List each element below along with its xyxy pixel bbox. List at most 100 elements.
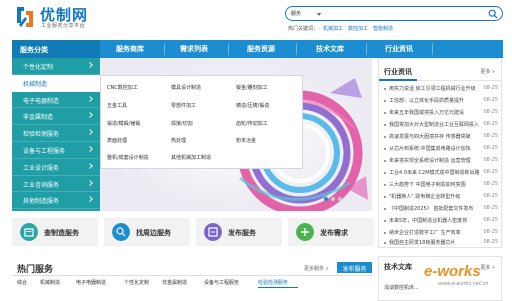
news-item[interactable]: 未来将实现全系统设计制造 运营管理 08-25 [384, 157, 498, 166]
hot-tab-active[interactable]: 检验检测服务 [258, 279, 288, 286]
watermark-url: www.e-works.net.cn [438, 281, 489, 287]
nav-item-resources[interactable]: 服务资源 [230, 40, 292, 58]
news-item[interactable]: 用实力说话 徐工引领工程机械行业升级 08-25 [384, 85, 498, 94]
nav-divider [296, 43, 297, 55]
submenu-link[interactable]: 表面处理 [107, 137, 127, 144]
category-item[interactable]: 非金属制造 [12, 108, 100, 126]
hot-keyword-link[interactable]: 机械加工 [323, 26, 343, 32]
news-item[interactable]: 工信部：以立体化手段抓质量提升 08-25 [384, 97, 498, 106]
hot-tab[interactable]: 设备与工程服务 [204, 279, 239, 286]
submenu-link[interactable]: 粉末冶金 [236, 137, 256, 144]
bullet-icon [384, 99, 386, 102]
hot-keyword-link[interactable]: 数控加工 [348, 26, 368, 32]
category-item[interactable]: 工业咨询服务 [12, 176, 100, 193]
nav-category-label: 服务分类 [20, 46, 48, 54]
news-item-date: 08-25 [481, 133, 498, 139]
news-item[interactable]: 纳米企业打造数字工厂 生产效率 08-25 [384, 229, 498, 238]
divider-accent [379, 79, 417, 81]
chevron-right-icon [87, 179, 93, 186]
nav-item-news[interactable]: 行业资讯 [367, 40, 431, 58]
news-item[interactable]: 三大趋势下 中国电子制造如何突围 08-25 [384, 181, 498, 190]
submenu-link[interactable]: 钣金/雕刻加工 [236, 84, 268, 91]
category-item[interactable]: 电子电器制造 [12, 92, 100, 109]
hot-tab[interactable]: 非金属制造 [162, 279, 187, 286]
hot-tab[interactable]: 个性化定制 [124, 279, 149, 286]
submenu-link[interactable]: 五金工具 [107, 102, 127, 109]
news-item-date: 08-25 [481, 239, 498, 245]
category-label: 个性化定制 [23, 64, 54, 71]
hot-tab[interactable]: 综合 [17, 279, 27, 286]
news-more-link[interactable]: 更多 » [480, 68, 495, 75]
news-item[interactable]: 我国将加大对大型制造业工业互联网投入 08-25 [384, 121, 498, 130]
hot-keyword-link[interactable]: 智能制造 [373, 26, 393, 32]
nav-item-providers[interactable]: 服务商库 [102, 40, 158, 58]
submenu-link[interactable]: 焊接/切割 [171, 120, 193, 127]
demand-icon [296, 223, 314, 241]
news-item[interactable]: 《中国制造2025》 首批配套文件发布 08-25 [384, 205, 498, 214]
news-item-date: 08-25 [481, 157, 498, 163]
news-item[interactable]: 未来5年，中国制造业机器人密度将 08-25 [384, 217, 498, 226]
manufacturing-icon [20, 223, 38, 241]
hot-tab[interactable]: 电子电器制造 [76, 279, 106, 286]
submenu-link[interactable]: 模具设计制造 [171, 84, 201, 91]
publish-icon [204, 223, 222, 241]
service-label: 查制造服务 [44, 229, 79, 237]
category-item[interactable]: 设备与工程服务 [12, 142, 100, 159]
news-item-title: "机器换人" 助电梯企业转型升级 [389, 194, 461, 200]
service-label: 发布服务 [228, 229, 256, 237]
divider [12, 275, 372, 276]
news-item-date: 08-25 [481, 217, 498, 223]
news-item[interactable]: 工业4.0未来 C2M模式成中国制造新出路 08-25 [384, 169, 498, 178]
nav-category-button[interactable]: 服务分类 [12, 40, 100, 58]
bullet-icon [384, 183, 386, 186]
search-icon[interactable] [488, 9, 498, 19]
find-manufacturing-service-button[interactable]: 查制造服务 [12, 218, 98, 246]
submenu-link[interactable]: CNC数控加工 [107, 84, 138, 91]
submenu-link[interactable]: 热处理 [171, 137, 186, 144]
more-services-link[interactable]: 更多服务 » [304, 265, 329, 272]
publish-service-button-small[interactable]: 发布服务 [337, 262, 372, 273]
news-item[interactable]: 高速发展与四大困境并存 传感器突破 08-25 [384, 133, 498, 142]
news-item-title: 《中国制造2025》 首批配套文件发布 [389, 206, 474, 212]
category-item-active[interactable]: 机械制造 [12, 74, 100, 92]
hot-tab[interactable]: 机械制造 [40, 279, 60, 286]
submenu-link[interactable]: 整机/成套设计制造 [107, 154, 149, 161]
chevron-right-icon [87, 146, 93, 152]
news-item-title: 用实力说话 徐工引领工程机械行业升级 [389, 86, 476, 92]
news-item[interactable]: 从芯片到系统:中国集成电路设计加快 08-25 [384, 145, 498, 154]
find-nearby-service-button[interactable]: 找周边服务 [104, 218, 190, 246]
bullet-icon [384, 147, 386, 150]
search-type-select[interactable]: 服务 [291, 10, 301, 17]
category-item[interactable]: 工业设计服务 [12, 159, 100, 176]
bullet-icon [384, 111, 386, 114]
category-item[interactable]: 其他制造服务 [12, 192, 100, 210]
submenu-link[interactable]: 齿轮/传动加工 [236, 120, 268, 127]
submenu-link[interactable]: 零部件加工 [171, 102, 196, 109]
search-input[interactable] [326, 8, 476, 19]
category-item[interactable]: 个性化定制 [12, 58, 100, 75]
chevron-right-icon [87, 162, 93, 169]
chevron-right-icon [87, 112, 93, 119]
category-item[interactable]: 检验检测服务 [12, 125, 100, 142]
news-item[interactable]: 我国自主研发18核服务器芯片 08-25 [384, 239, 498, 248]
logo-icon[interactable] [14, 5, 36, 29]
news-item[interactable]: "机器换人" 助电梯企业转型升级 08-25 [384, 193, 498, 202]
category-label: 检验检测服务 [23, 131, 60, 139]
bullet-icon [384, 87, 386, 90]
submenu-link[interactable]: 锻造/模锻/锤锻 [107, 120, 140, 127]
publish-service-button[interactable]: 发布服务 [196, 218, 282, 246]
bullet-icon [384, 195, 386, 198]
nav-item-demands[interactable]: 需求列表 [166, 40, 222, 58]
tech-item[interactable]: 浅谈数控机床... [384, 284, 419, 291]
nav-item-tech-library[interactable]: 技术文库 [298, 40, 362, 58]
news-item[interactable]: 未来五年我国或将投入万亿元建设 08-25 [384, 109, 498, 118]
chevron-down-icon[interactable] [317, 13, 321, 16]
category-label: 机械制造 [23, 80, 48, 88]
nav-divider [432, 43, 433, 55]
tech-library-title: 技术文库 [384, 263, 412, 271]
submenu-link[interactable]: 其他机械加工制造 [171, 154, 211, 161]
tech-more-link[interactable]: 更多 » [480, 264, 495, 271]
publish-demand-button[interactable]: 发布需求 [288, 218, 374, 246]
submenu-link[interactable]: 铸造/压铸/锻造 [236, 102, 269, 109]
news-item-date: 08-25 [481, 169, 498, 175]
